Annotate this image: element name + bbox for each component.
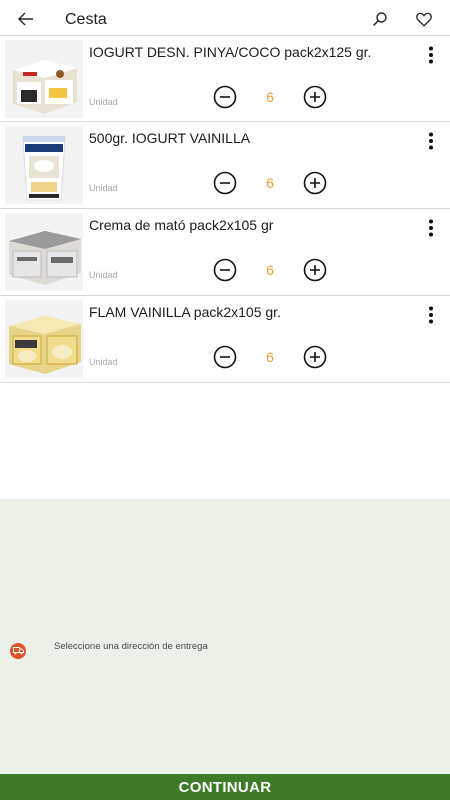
product-unit: Unidad	[89, 183, 118, 193]
cart-item: IOGURT DESN. PINYA/COCO pack2x125 gr. Un…	[0, 35, 450, 122]
product-unit: Unidad	[89, 97, 118, 107]
product-name[interactable]: IOGURT DESN. PINYA/COCO pack2x125 gr.	[89, 44, 409, 60]
product-image	[5, 213, 83, 291]
more-options-icon[interactable]	[420, 217, 442, 239]
increase-quantity-button[interactable]	[303, 258, 327, 282]
app-header: Cesta	[0, 0, 450, 38]
cart-item-list: IOGURT DESN. PINYA/COCO pack2x125 gr. Un…	[0, 35, 450, 383]
plus-circle-icon	[303, 171, 327, 195]
product-image	[5, 126, 83, 204]
minus-circle-icon	[213, 171, 237, 195]
product-image	[5, 300, 83, 378]
delivery-truck-icon[interactable]	[10, 643, 26, 659]
quantity-value: 6	[266, 262, 274, 278]
minus-circle-icon	[213, 85, 237, 109]
delivery-panel: Seleccione una dirección de entrega	[0, 499, 450, 774]
increase-quantity-button[interactable]	[303, 85, 327, 109]
page-title: Cesta	[65, 11, 107, 28]
search-icon[interactable]	[369, 8, 391, 30]
product-name[interactable]: 500gr. IOGURT VAINILLA	[89, 130, 409, 146]
product-image	[5, 40, 83, 118]
product-name[interactable]: FLAM VAINILLA pack2x105 gr.	[89, 304, 409, 320]
product-unit: Unidad	[89, 357, 118, 367]
decrease-quantity-button[interactable]	[213, 345, 237, 369]
plus-circle-icon	[303, 345, 327, 369]
increase-quantity-button[interactable]	[303, 171, 327, 195]
plus-circle-icon	[303, 85, 327, 109]
cart-item: Crema de mató pack2x105 gr Unidad 6	[0, 209, 450, 296]
more-options-icon[interactable]	[420, 130, 442, 152]
cart-item: 500gr. IOGURT VAINILLA Unidad 6	[0, 122, 450, 209]
quantity-value: 6	[266, 89, 274, 105]
more-options-icon[interactable]	[420, 304, 442, 326]
decrease-quantity-button[interactable]	[213, 171, 237, 195]
cart-item: FLAM VAINILLA pack2x105 gr. Unidad 6	[0, 296, 450, 383]
back-arrow-icon[interactable]	[15, 8, 37, 30]
increase-quantity-button[interactable]	[303, 345, 327, 369]
minus-circle-icon	[213, 258, 237, 282]
plus-circle-icon	[303, 258, 327, 282]
continue-button[interactable]: CONTINUAR	[0, 774, 450, 800]
delivery-address-prompt[interactable]: Seleccione una dirección de entrega	[54, 641, 208, 652]
quantity-value: 6	[266, 175, 274, 191]
product-name[interactable]: Crema de mató pack2x105 gr	[89, 217, 409, 233]
more-options-icon[interactable]	[420, 44, 442, 66]
decrease-quantity-button[interactable]	[213, 258, 237, 282]
decrease-quantity-button[interactable]	[213, 85, 237, 109]
minus-circle-icon	[213, 345, 237, 369]
product-unit: Unidad	[89, 270, 118, 280]
heart-icon[interactable]	[413, 8, 435, 30]
quantity-value: 6	[266, 349, 274, 365]
